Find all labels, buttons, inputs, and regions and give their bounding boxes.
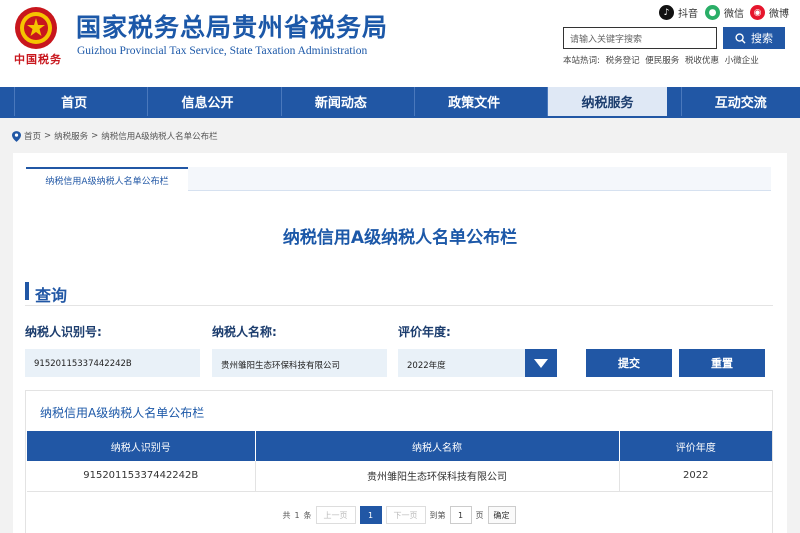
wechat-link[interactable]: ● 微信 bbox=[705, 5, 744, 20]
hot-word-link[interactable]: 小微企业 bbox=[725, 56, 759, 66]
pagination: 共 1 条 上一页 1 下一页 到第 1 页 确定 bbox=[26, 506, 772, 524]
hot-word-link[interactable]: 税务登记 bbox=[606, 56, 640, 66]
taxpayer-id-label: 纳税人识别号: bbox=[25, 325, 102, 339]
breadcrumb-home[interactable]: 首页 bbox=[24, 130, 41, 142]
breadcrumb-current: 纳税信用A级纳税人名单公布栏 bbox=[101, 132, 218, 142]
goto-page-input[interactable]: 1 bbox=[449, 506, 472, 524]
total-count-prefix: 共 bbox=[282, 510, 291, 520]
content-panel: 纳税信用A级纳税人名单公布栏 纳税信用A级纳税人名单公布栏 查询 纳税人识别号:… bbox=[13, 153, 787, 533]
search-input[interactable]: 请输入关键字搜索 bbox=[563, 27, 717, 49]
prev-page-button[interactable]: 上一页 bbox=[315, 506, 356, 524]
tab-strip: 纳税信用A级纳税人名单公布栏 bbox=[26, 167, 771, 191]
total-count: 1 bbox=[294, 510, 300, 520]
tab-a-level-list[interactable]: 纳税信用A级纳税人名单公布栏 bbox=[26, 167, 188, 191]
table-row: 91520115337442242B 贵州雏阳生态环保科技有限公司 2022 bbox=[27, 461, 772, 492]
result-table: 纳税人识别号 纳税人名称 评价年度 91520115337442242B 贵州雏… bbox=[27, 431, 772, 492]
weibo-link[interactable]: ◉ 微博 bbox=[750, 5, 789, 20]
main-nav: 首页 信息公开 新闻动态 政策文件 纳税服务 互动交流 bbox=[0, 87, 800, 118]
result-box: 纳税信用A级纳税人名单公布栏 纳税人识别号 纳税人名称 评价年度 9152011… bbox=[25, 390, 773, 533]
page-unit: 页 bbox=[475, 510, 484, 520]
site-header: 中国税务 国家税务总局贵州省税务局 Guizhou Provincial Tax… bbox=[0, 0, 800, 87]
current-page[interactable]: 1 bbox=[359, 506, 382, 524]
douyin-icon: ♪ bbox=[659, 5, 674, 20]
divider bbox=[25, 305, 773, 306]
nav-item-tax-service[interactable]: 纳税服务 bbox=[547, 87, 667, 116]
taxpayer-name-label: 纳税人名称: bbox=[212, 325, 277, 339]
table-cell: 91520115337442242B bbox=[27, 461, 256, 492]
eval-year-select[interactable]: 2022年度 bbox=[398, 349, 525, 377]
submit-button[interactable]: 提交 bbox=[586, 349, 672, 377]
taxpayer-id-field[interactable]: 91520115337442242B bbox=[25, 349, 200, 377]
year-dropdown-button[interactable] bbox=[525, 349, 557, 377]
nav-item-policy[interactable]: 政策文件 bbox=[413, 87, 533, 116]
column-header: 纳税人名称 bbox=[255, 431, 620, 461]
column-header: 纳税人识别号 bbox=[27, 431, 256, 461]
breadcrumb: 首页 > 纳税服务 > 纳税信用A级纳税人名单公布栏 bbox=[12, 130, 218, 142]
confirm-button[interactable]: 确定 bbox=[487, 506, 516, 524]
douyin-link[interactable]: ♪ 抖音 bbox=[659, 5, 698, 20]
weibo-icon: ◉ bbox=[750, 5, 765, 20]
nav-item-home[interactable]: 首页 bbox=[14, 87, 133, 116]
national-emblem-icon bbox=[15, 7, 57, 49]
table-header-row: 纳税人识别号 纳税人名称 评价年度 bbox=[27, 431, 772, 461]
chevron-down-icon bbox=[534, 358, 548, 368]
hot-word-link[interactable]: 便民服务 bbox=[645, 56, 679, 66]
query-section-title: 查询 bbox=[35, 286, 68, 305]
nav-item-info[interactable]: 信息公开 bbox=[147, 87, 266, 116]
total-count-suffix: 条 bbox=[303, 510, 312, 520]
column-header: 评价年度 bbox=[619, 431, 772, 461]
hot-words: 本站热词: 税务登记 便民服务 税收优惠 小微企业 bbox=[563, 56, 759, 66]
table-cell: 贵州雏阳生态环保科技有限公司 bbox=[255, 461, 620, 492]
site-subtitle: Guizhou Provincial Tax Service, State Ta… bbox=[77, 45, 368, 57]
brand-script-logo: 中国税务 bbox=[14, 53, 62, 66]
eval-year-label: 评价年度: bbox=[398, 325, 451, 339]
result-title: 纳税信用A级纳税人名单公布栏 bbox=[40, 406, 205, 420]
table-cell: 2022 bbox=[619, 461, 772, 492]
section-marker bbox=[25, 282, 29, 300]
location-pin-icon bbox=[12, 130, 21, 142]
wechat-icon: ● bbox=[705, 5, 720, 20]
next-page-button[interactable]: 下一页 bbox=[385, 506, 426, 524]
reset-button[interactable]: 重置 bbox=[679, 349, 765, 377]
site-title[interactable]: 国家税务总局贵州省税务局 bbox=[76, 8, 388, 44]
page-title: 纳税信用A级纳税人名单公布栏 bbox=[282, 228, 518, 248]
search-icon bbox=[735, 32, 746, 44]
breadcrumb-tax-service[interactable]: 纳税服务 bbox=[54, 130, 88, 142]
goto-label: 到第 bbox=[429, 510, 446, 520]
taxpayer-name-field[interactable]: 贵州雏阳生态环保科技有限公司 bbox=[212, 349, 387, 377]
hot-word-link[interactable]: 税收优惠 bbox=[685, 56, 719, 66]
nav-item-news[interactable]: 新闻动态 bbox=[280, 87, 400, 116]
search-button[interactable]: 搜索 bbox=[723, 27, 785, 49]
nav-item-interaction[interactable]: 互动交流 bbox=[680, 87, 800, 116]
